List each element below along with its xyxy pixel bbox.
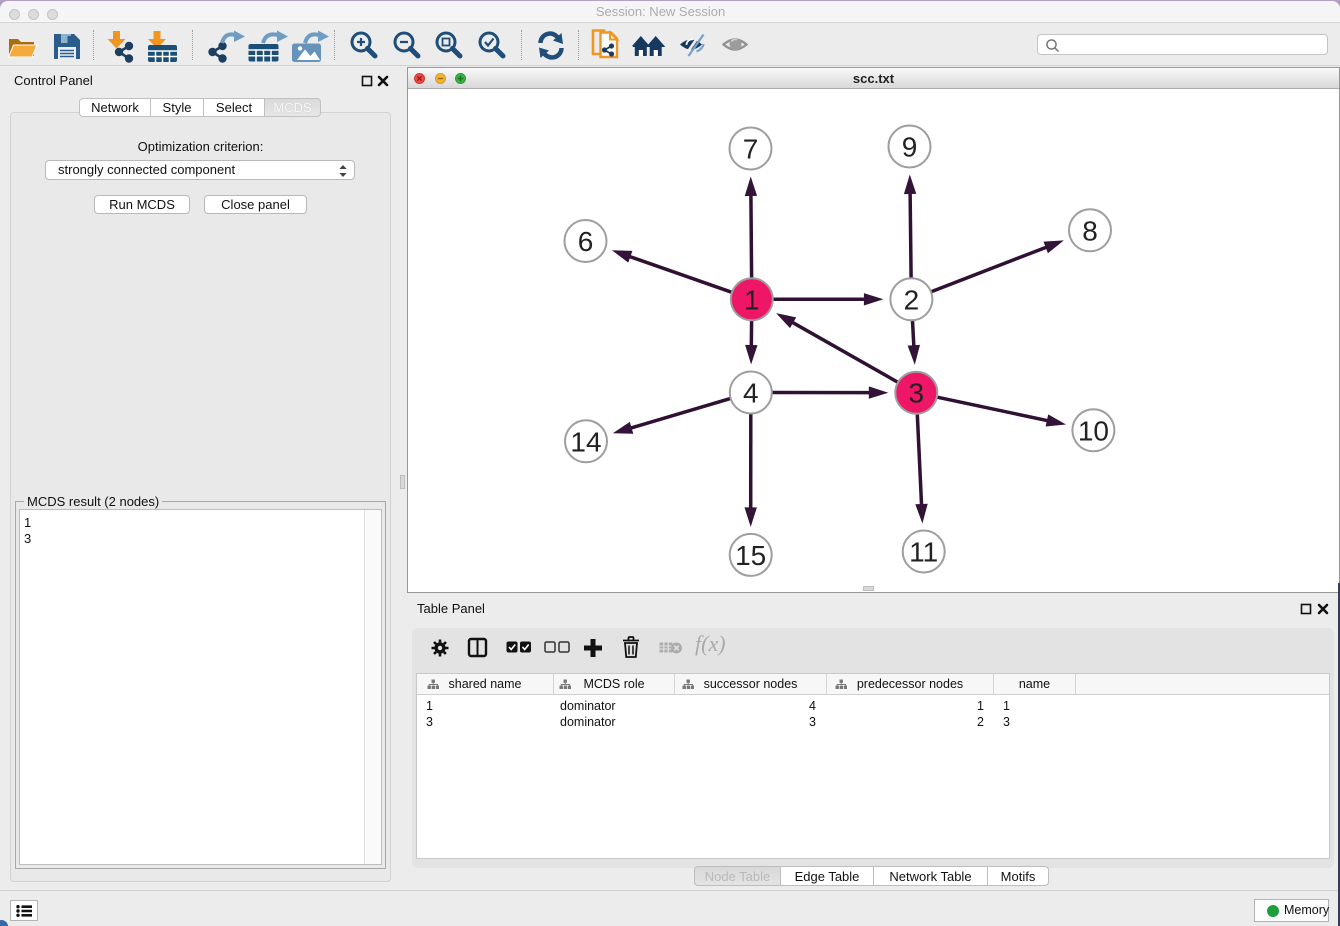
svg-text:6: 6 — [578, 226, 594, 257]
svg-text:14: 14 — [570, 426, 601, 457]
svg-text:9: 9 — [902, 132, 918, 163]
svg-text:10: 10 — [1078, 415, 1109, 446]
svg-text:4: 4 — [743, 378, 759, 409]
svg-text:1: 1 — [744, 284, 760, 315]
svg-text:2: 2 — [904, 284, 920, 315]
svg-text:7: 7 — [743, 134, 759, 165]
svg-text:15: 15 — [735, 540, 766, 571]
svg-text:8: 8 — [1082, 215, 1098, 246]
svg-text:11: 11 — [909, 537, 938, 568]
svg-text:3: 3 — [909, 378, 925, 409]
